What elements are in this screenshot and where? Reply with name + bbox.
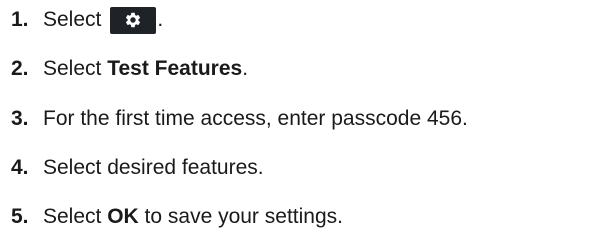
step-text: Select desired features. [43,156,264,179]
gear-icon [126,12,141,28]
step-number: 5. [11,205,29,228]
step-number: 1. [11,8,29,31]
test-features-label: Test Features [107,57,243,80]
step-2: 2. Select Test Features . [11,55,248,83]
step-4: 4. Select desired features. [11,154,264,182]
ok-label: OK [107,205,139,228]
step-text: Select [43,57,108,80]
step-number: 3. [11,107,29,130]
step-3: 3. For the first time access, enter pass… [11,105,468,133]
step-5: 5. Select OK to save your settings. [11,203,343,231]
step-number: 2. [11,57,29,80]
step-text-suffix: . [242,57,249,80]
step-text: Select [43,8,102,31]
step-text: For the first time access, enter passcod… [43,107,468,130]
settings-gear-icon [110,6,157,34]
step-text-suffix: to save your settings. [138,205,343,228]
instruction-steps-list: 1. Select . 2. Select Test Features . 3.… [0,0,597,244]
step-text: Select [43,205,108,228]
step-number: 4. [11,156,29,179]
step-1: 1. Select . [11,6,163,34]
step-text-suffix: . [157,8,164,31]
